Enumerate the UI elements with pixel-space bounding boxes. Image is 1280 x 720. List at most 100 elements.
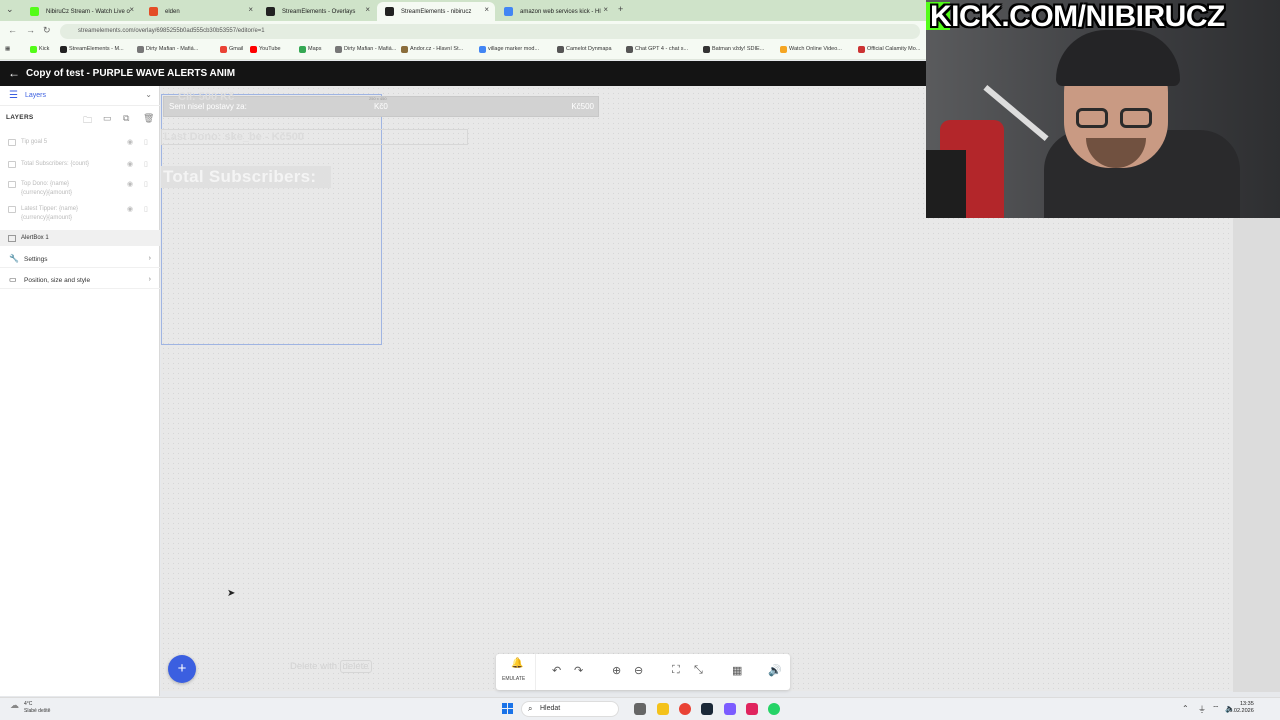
browser-tab[interactable]: StreamElements - Overlays × — [258, 2, 376, 21]
browser-tab[interactable]: StreamElements - nibirucz × — [377, 2, 495, 21]
bookmark-item[interactable]: Gmail — [220, 46, 244, 53]
browser-tab[interactable]: amazon web services kick - Hl × — [496, 2, 614, 21]
bookmark-label: Kick — [39, 46, 50, 52]
url-field[interactable]: streamelements.com/overlay/6985255b0ad55… — [60, 24, 920, 39]
kick-url-text: KICK.COM/NIBIRUCZ — [930, 0, 1225, 33]
goal-target: Kč500 — [571, 102, 594, 111]
bookmark-label: Gmail — [229, 46, 244, 52]
bookmark-item[interactable]: Kick — [30, 46, 50, 53]
lock-icon[interactable]: ▯ — [144, 205, 148, 213]
add-folder-icon[interactable]: 🗀 — [83, 113, 92, 129]
bookmark-favicon-icon — [401, 46, 408, 53]
apps-icon[interactable]: ▦ — [5, 46, 10, 52]
bookmark-item[interactable]: StreamElements - M... — [60, 46, 124, 53]
bookmark-favicon-icon — [626, 46, 633, 53]
weather-widget[interactable]: ☁ 4°C Slabé deště — [10, 701, 50, 715]
bookmark-favicon-icon — [30, 46, 37, 53]
bookmark-label: Official Calamity Mo... — [867, 46, 921, 52]
fullscreen-icon[interactable]: ⛶ — [672, 664, 680, 677]
emulate-button[interactable]: 🔔 EMULATE — [496, 654, 536, 690]
layers-panel-header[interactable]: ☰ Layers ⌄ — [0, 86, 160, 106]
tray-chevron-icon[interactable]: ⌃ — [1182, 704, 1189, 713]
folder-icon[interactable]: ▭ — [103, 113, 112, 124]
close-tab-icon[interactable]: × — [365, 5, 370, 14]
wrench-icon: 🔧 — [9, 254, 19, 263]
browser-tab[interactable]: elden × — [141, 2, 259, 21]
bookmark-favicon-icon — [858, 46, 865, 53]
close-tab-icon[interactable]: × — [129, 5, 134, 14]
bookmark-item[interactable]: YouTube — [250, 46, 281, 53]
close-tab-icon[interactable]: × — [484, 5, 489, 14]
app-icon[interactable] — [746, 703, 758, 715]
task-view-icon[interactable] — [634, 703, 646, 715]
lock-icon[interactable]: ▯ — [144, 138, 148, 146]
grid-icon[interactable]: ▦ — [732, 664, 742, 677]
bookmark-label: Dirty Mafian - Mafiá... — [344, 46, 397, 52]
close-tab-icon[interactable]: × — [248, 5, 253, 14]
layer-alertbox[interactable]: AlertBox 1 — [0, 230, 160, 246]
exit-fullscreen-icon[interactable]: ⤡ — [694, 664, 703, 677]
bookmark-item[interactable]: Official Calamity Mo... — [858, 46, 921, 53]
eye-icon[interactable]: ◉ — [127, 180, 133, 188]
reload-icon[interactable]: ↻ — [43, 25, 51, 36]
lock-icon[interactable]: ▯ — [144, 180, 148, 188]
whatsapp-icon[interactable] — [768, 703, 780, 715]
bookmark-label: Chat GPT 4 - chat s... — [635, 46, 689, 52]
bookmark-favicon-icon — [479, 46, 486, 53]
browser-tab[interactable]: NibiruCz Stream - Watch Live o × — [22, 2, 140, 21]
layer-label: AlertBox 1 — [21, 235, 49, 241]
taskbar-clock[interactable]: 13:35 16.02.2026 — [1226, 701, 1254, 715]
zoom-in-icon[interactable]: ⊕ — [612, 664, 621, 677]
forward-icon[interactable]: → — [26, 25, 35, 35]
bookmark-item[interactable]: Dirty Mafian - Mafiá... — [335, 46, 397, 53]
total-subscribers-widget[interactable]: Total Subscribers: — [161, 166, 331, 188]
redo-icon[interactable]: ↷ — [574, 664, 583, 677]
bookmark-item[interactable]: Watch Online Video... — [780, 46, 842, 53]
close-tab-icon[interactable]: × — [603, 5, 608, 14]
overlay-title: Copy of test - PURPLE WAVE ALERTS ANIM — [26, 68, 236, 79]
app-icon[interactable] — [724, 703, 736, 715]
wifi-icon[interactable]: ⌔ — [1212, 704, 1220, 714]
trash-icon[interactable]: 🗑 — [143, 113, 154, 124]
taskbar-search[interactable]: ⌕ Hledat — [521, 701, 619, 717]
kick-banner: KICK.COM/NIBIRUCZ — [926, 0, 1280, 34]
bookmark-item[interactable]: Maps — [299, 46, 321, 53]
dimension-label: 250 x 450 — [369, 96, 387, 101]
zoom-out-icon[interactable]: ⊖ — [634, 664, 643, 677]
last-dono-widget[interactable]: Last Dono: ske_be - Kč500 — [161, 129, 468, 145]
chevron-down-icon[interactable]: ⌄ — [145, 90, 152, 99]
frame-icon: ▭ — [9, 275, 17, 284]
add-widget-button[interactable]: + — [168, 655, 196, 683]
windows-taskbar: ☁ 4°C Slabé deště ⌕ Hledat ⌃ ⏚ ⌔ 🔈 13:35… — [0, 697, 1280, 720]
duplicate-icon[interactable]: ⧉ — [123, 113, 129, 124]
back-arrow-icon[interactable]: ← — [8, 66, 20, 80]
lock-icon[interactable]: ▯ — [144, 160, 148, 168]
tab-search-icon[interactable]: ⌄ — [6, 4, 14, 15]
bookmark-item[interactable]: village marker mod... — [479, 46, 539, 53]
chrome-icon[interactable] — [679, 703, 691, 715]
undo-icon[interactable]: ↶ — [552, 664, 561, 677]
eye-icon[interactable]: ◉ — [127, 138, 133, 146]
section-position-size-style[interactable]: ▭ Position, size and style › — [0, 271, 160, 289]
emulate-label: EMULATE — [502, 676, 526, 682]
bell-icon: 🔔 — [511, 658, 524, 669]
windows-start-icon[interactable] — [502, 703, 513, 714]
search-icon: ⌕ — [528, 704, 533, 713]
new-tab-button[interactable]: + — [618, 4, 623, 14]
steam-icon[interactable] — [701, 703, 713, 715]
eye-icon[interactable]: ◉ — [127, 160, 133, 168]
bookmark-item[interactable]: Chat GPT 4 - chat s... — [626, 46, 689, 53]
bookmark-label: StreamElements - M... — [69, 46, 124, 52]
tray-app-icon[interactable]: ⏚ — [1198, 704, 1206, 715]
back-icon[interactable]: ← — [8, 25, 17, 35]
layer-label: Total Subscribers: {count} — [21, 161, 90, 167]
bookmark-item[interactable]: Dirty Mafian - Mafiá... — [137, 46, 198, 53]
bookmark-item[interactable]: Batman vždy! SDIE... — [703, 46, 764, 53]
bookmark-item[interactable]: Camelot Dynmapa — [557, 46, 612, 53]
speaker-icon[interactable]: 🔊 — [768, 664, 782, 677]
bookmark-item[interactable]: Andor.cz - Hlavní St... — [401, 46, 463, 53]
weather-desc: Slabé deště — [24, 708, 51, 714]
file-explorer-icon[interactable] — [657, 703, 669, 715]
section-settings[interactable]: 🔧 Settings › — [0, 250, 160, 268]
eye-icon[interactable]: ◉ — [127, 205, 133, 213]
